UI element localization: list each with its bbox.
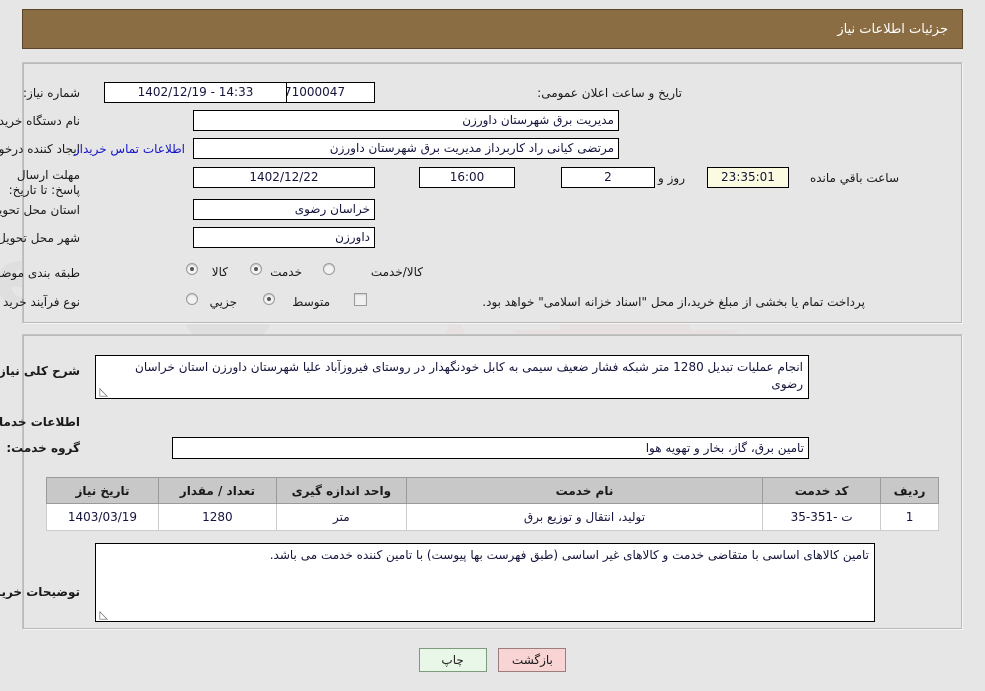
- buyer-contact-link[interactable]: اطلاعات تماس خریدار: [74, 142, 185, 156]
- days-remaining-value: 2: [561, 167, 655, 188]
- countdown-timer: 23:35:01: [707, 167, 789, 188]
- treasury-bonds-checkbox[interactable]: [354, 293, 367, 306]
- buyer-notes-value: تامین کالاهای اساسی با متقاضی خدمت و کال…: [269, 548, 869, 562]
- city-value: داورزن: [193, 227, 375, 248]
- treasury-bonds-label: پرداخت تمام یا بخشی از مبلغ خرید،از محل …: [482, 295, 865, 309]
- cell-unit: متر: [275, 503, 407, 531]
- page-title: جزئیات اطلاعات نیاز: [837, 21, 948, 37]
- cell-service-name: تولید، انتقال و توزیع برق: [405, 503, 764, 531]
- general-desc-label: شرح کلی نیاز:: [0, 364, 80, 378]
- cell-need-date: 1403/03/19: [46, 503, 159, 531]
- col-service-code: کد خدمت: [762, 477, 882, 504]
- table-row[interactable]: 1 ت -351-35 تولید، انتقال و توزیع برق مت…: [46, 503, 939, 531]
- deadline-time-value: 16:00: [419, 167, 515, 188]
- col-service-name: نام خدمت: [405, 477, 764, 504]
- buyer-notes-textarea[interactable]: تامین کالاهای اساسی با متقاضی خدمت و کال…: [95, 543, 875, 622]
- need-number-label: شماره نیاز:: [23, 86, 80, 100]
- radio-process-jozei[interactable]: [186, 293, 198, 305]
- window-title-bar: جزئیات اطلاعات نیاز: [22, 9, 963, 49]
- province-label: استان محل تحویل:: [0, 203, 80, 217]
- back-button[interactable]: بازگشت: [498, 648, 567, 672]
- radio-label-category-1: خدمت: [270, 265, 302, 279]
- creator-label: ایجاد کننده درخواست:: [0, 142, 80, 156]
- resize-grip-icon[interactable]: ◺: [98, 609, 108, 620]
- countdown-label: ساعت باقي مانده: [809, 171, 899, 185]
- radio-label-category-0: کالا: [211, 265, 228, 279]
- col-need-date: تاریخ نیاز: [46, 477, 159, 504]
- cell-row: 1: [880, 503, 939, 531]
- services-table: ردیف کد خدمت نام خدمت واحد اندازه گیری ت…: [46, 477, 939, 531]
- buyer-org-label: نام دستگاه خریدار:: [0, 114, 80, 128]
- button-bar: بازگشت چاپ: [0, 648, 985, 672]
- radio-label-process-0: جزیي: [209, 295, 237, 309]
- radio-category-kala[interactable]: [186, 263, 198, 275]
- radio-label-process-1: متوسط: [292, 295, 330, 309]
- cell-quantity: 1280: [157, 503, 277, 531]
- announcement-datetime-label: تاریخ و ساعت اعلان عمومی:: [537, 86, 682, 100]
- cell-service-code: ت -351-35: [762, 503, 882, 531]
- service-group-label: گروه خدمت:: [6, 441, 80, 455]
- deadline-date-value: 1402/12/22: [193, 167, 375, 188]
- print-button[interactable]: چاپ: [418, 648, 487, 672]
- page-root: AriaTender.net جزئیات اطلاعات نیاز شماره…: [0, 0, 985, 691]
- col-unit: واحد اندازه گیری: [275, 477, 407, 504]
- resize-grip-icon[interactable]: ◺: [98, 386, 108, 397]
- buyer-org-value: مدیریت برق شهرستان داورزن: [193, 110, 619, 131]
- announcement-datetime-value: 14:33 - 1402/12/19: [104, 82, 287, 103]
- radio-category-kala-khedmat[interactable]: [323, 263, 335, 275]
- buyer-notes-label: توضیحات خریدار:: [0, 585, 80, 599]
- col-quantity: تعداد / مقدار: [157, 477, 277, 504]
- radio-label-category-2: کالا/خدمت: [370, 265, 423, 279]
- col-row: ردیف: [880, 477, 939, 504]
- services-section-title: اطلاعات خدمات مورد نیاز: [0, 415, 80, 429]
- creator-value: مرتضی کیانی راد کاربرداز مدیریت برق شهرس…: [193, 138, 619, 159]
- radio-process-motevaset[interactable]: [263, 293, 275, 305]
- radio-category-khedmat[interactable]: [250, 263, 262, 275]
- city-label: شهر محل تحویل:: [0, 231, 80, 245]
- process-type-label: نوع فرآیند خرید :: [0, 295, 80, 309]
- category-label: طبقه بندی موضوعی:: [0, 266, 80, 280]
- deadline-label: مهلت ارسال پاسخ: تا تاریخ:: [8, 168, 80, 197]
- general-desc-textarea[interactable]: انجام عملیات تبدیل 1280 متر شبکه فشار ضع…: [95, 355, 809, 399]
- days-label: روز و: [658, 171, 685, 185]
- province-value: خراسان رضوی: [193, 199, 375, 220]
- general-desc-value: انجام عملیات تبدیل 1280 متر شبکه فشار ضع…: [135, 360, 803, 391]
- service-group-value: تامین برق، گاز، بخار و تهویه هوا: [172, 437, 809, 459]
- table-header-row: ردیف کد خدمت نام خدمت واحد اندازه گیری ت…: [46, 477, 939, 504]
